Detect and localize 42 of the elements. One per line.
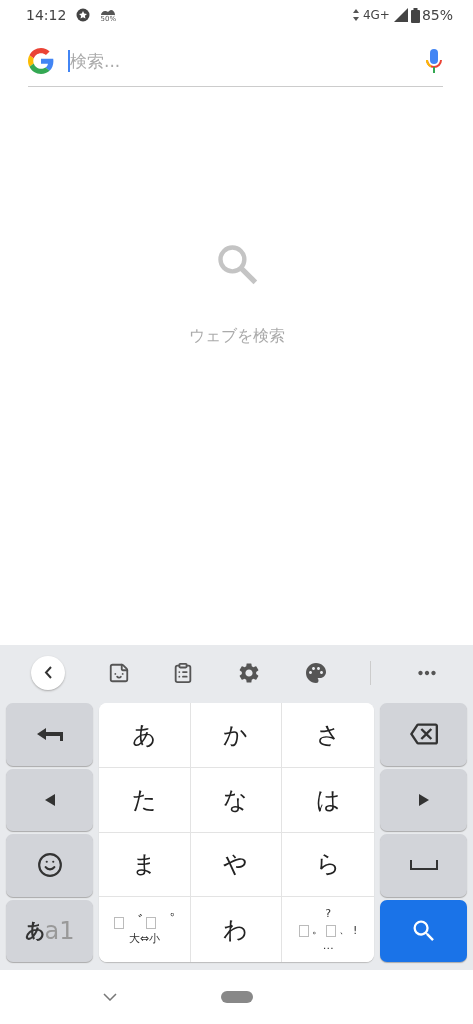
microphone-icon[interactable]: [425, 48, 443, 74]
battery-level: 85%: [421, 7, 453, 23]
battery-icon: [410, 7, 420, 23]
smiley-icon: [36, 852, 63, 879]
kana-key[interactable]: ま: [99, 832, 191, 898]
empty-state-text: ウェブを検索: [188, 326, 285, 347]
kana-key[interactable]: あ: [99, 703, 191, 768]
right-triangle-icon: [418, 793, 429, 806]
data-arrows-icon: [352, 9, 359, 21]
undo-key[interactable]: [6, 703, 93, 766]
kana-key[interactable]: ら: [282, 832, 374, 898]
box-icon: [145, 917, 156, 930]
clock: 14:12: [26, 7, 67, 23]
punctuation-key[interactable]: ? 。 、 ! …: [282, 897, 374, 962]
emoji-key[interactable]: [6, 834, 93, 897]
kana-key[interactable]: な: [190, 767, 283, 833]
kana-key[interactable]: か: [190, 703, 283, 768]
weather-icon: [100, 7, 117, 16]
badge-icon: [76, 8, 91, 22]
space-bar-icon: [409, 860, 438, 871]
kana-key[interactable]: は: [282, 767, 374, 833]
chevron-left-icon: [44, 666, 53, 679]
backspace-key[interactable]: [380, 703, 467, 766]
palette-icon[interactable]: [303, 660, 328, 685]
box-icon: [298, 925, 309, 938]
modifier-key[interactable]: ゛ ゜ 大⇔小: [99, 897, 191, 962]
search-key[interactable]: [380, 899, 467, 962]
box-icon: [325, 925, 336, 938]
collapse-button[interactable]: [31, 655, 66, 690]
google-logo: [28, 48, 54, 74]
input-mode-key[interactable]: あa1: [6, 899, 93, 962]
network-type: 4G+: [362, 8, 390, 22]
kana-key[interactable]: わ: [190, 897, 283, 962]
home-handle[interactable]: [220, 991, 253, 1003]
left-triangle-icon: [44, 793, 55, 806]
sticker-icon[interactable]: [107, 661, 130, 684]
kana-key[interactable]: た: [99, 767, 191, 833]
box-icon: [113, 917, 124, 930]
kana-key[interactable]: や: [190, 832, 283, 898]
hide-keyboard-icon[interactable]: [103, 993, 118, 1001]
kana-key[interactable]: さ: [282, 703, 374, 768]
signal-icon: [393, 8, 408, 22]
